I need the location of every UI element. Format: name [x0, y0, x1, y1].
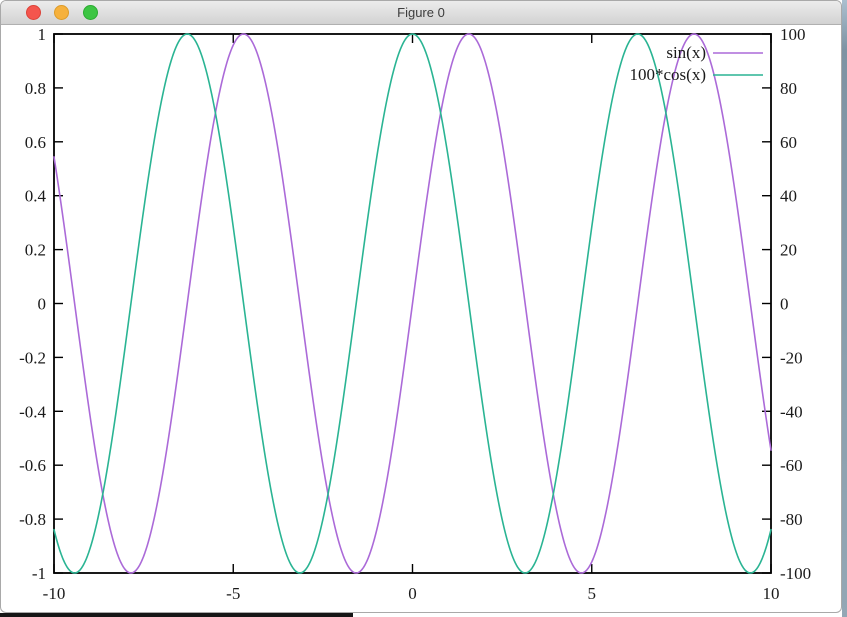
window-title: Figure 0 — [1, 1, 841, 24]
legend-label: sin(x) — [666, 43, 706, 62]
x-tick-label: 0 — [408, 584, 417, 603]
y-right-tick-label: 40 — [780, 187, 797, 206]
background-window-edge — [0, 613, 353, 617]
legend-label: 100*cos(x) — [630, 65, 706, 84]
x-tick-label: 10 — [763, 584, 780, 603]
y-right-tick-label: 100 — [780, 25, 806, 44]
y-left-tick-label: 0.8 — [25, 79, 46, 98]
y-left-tick-label: -0.6 — [19, 456, 46, 475]
x-tick-label: -10 — [43, 584, 66, 603]
y-right-tick-label: -20 — [780, 348, 803, 367]
figure-window: -10-5051010.80.60.40.20-0.2-0.4-0.6-0.8-… — [0, 0, 842, 613]
y-right-tick-label: -80 — [780, 510, 803, 529]
y-right-tick-label: -60 — [780, 456, 803, 475]
y-left-tick-label: -1 — [32, 564, 46, 583]
y-left-tick-label: 0.6 — [25, 133, 46, 152]
y-left-tick-label: -0.4 — [19, 402, 46, 421]
y-left-tick-label: 1 — [38, 25, 47, 44]
series-curve-sin — [54, 34, 771, 573]
x-tick-label: -5 — [226, 584, 240, 603]
window-titlebar[interactable]: Figure 0 — [1, 1, 841, 25]
y-right-tick-label: 60 — [780, 133, 797, 152]
y-right-tick-label: 20 — [780, 241, 797, 260]
y-right-tick-label: 80 — [780, 79, 797, 98]
y-right-tick-label: 0 — [780, 295, 789, 314]
desktop-edge-strip — [842, 0, 847, 617]
y-left-tick-label: 0.2 — [25, 241, 46, 260]
y-right-tick-label: -40 — [780, 402, 803, 421]
plot-canvas: -10-5051010.80.60.40.20-0.2-0.4-0.6-0.8-… — [1, 1, 841, 612]
y-left-tick-label: -0.8 — [19, 510, 46, 529]
y-left-tick-label: -0.2 — [19, 348, 46, 367]
y-left-tick-label: 0.4 — [25, 187, 47, 206]
x-tick-label: 5 — [588, 584, 597, 603]
y-left-tick-label: 0 — [38, 295, 47, 314]
y-right-tick-label: -100 — [780, 564, 811, 583]
